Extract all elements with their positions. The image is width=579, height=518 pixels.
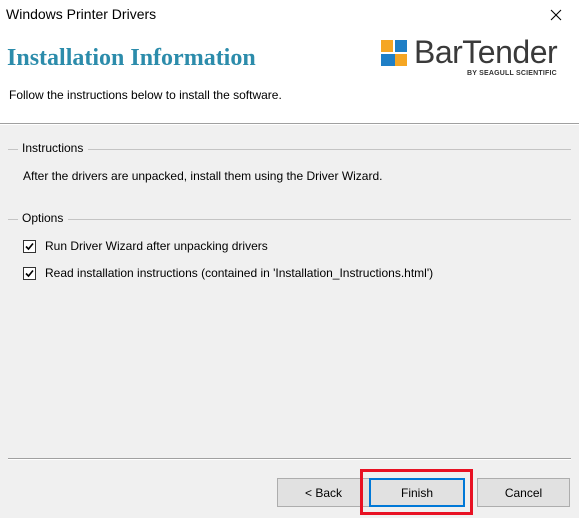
run-driver-wizard-checkbox[interactable] — [23, 239, 36, 253]
logo-tagline: BY SEAGULL SCIENTIFIC — [467, 70, 557, 77]
header-separator — [0, 123, 579, 125]
bartender-logo-icon — [381, 40, 407, 66]
read-instructions-checkbox[interactable] — [23, 266, 36, 280]
logo-brand-text: BarTender — [414, 34, 558, 70]
close-button[interactable] — [533, 0, 579, 30]
footer-separator — [8, 458, 571, 460]
read-instructions-label: Read installation instructions (containe… — [45, 266, 434, 280]
cancel-button[interactable]: Cancel — [477, 478, 570, 507]
bartender-logo: BarTender BY SEAGULL SCIENTIFIC — [381, 34, 571, 82]
back-button[interactable]: < Back — [277, 478, 370, 507]
options-group-label: Options — [18, 211, 69, 225]
instructions-text: After the drivers are unpacked, install … — [23, 169, 383, 183]
page-subtitle: Follow the instructions below to install… — [9, 88, 282, 102]
page-title: Installation Information — [7, 45, 256, 71]
option-read-instructions[interactable]: Read installation instructions (containe… — [23, 266, 433, 280]
options-group: Options — [8, 211, 571, 225]
title-bar: Windows Printer Drivers — [0, 0, 579, 30]
instructions-group: Instructions — [8, 141, 571, 155]
checkmark-icon — [25, 242, 34, 250]
window-title: Windows Printer Drivers — [6, 6, 157, 22]
run-driver-wizard-label: Run Driver Wizard after unpacking driver… — [45, 239, 268, 253]
header-panel: Installation Information Follow the inst… — [0, 30, 579, 123]
close-icon — [550, 9, 562, 21]
finish-highlight-box — [360, 469, 473, 515]
instructions-group-label: Instructions — [18, 141, 89, 155]
checkmark-icon — [25, 269, 34, 277]
option-run-driver-wizard[interactable]: Run Driver Wizard after unpacking driver… — [23, 239, 268, 253]
